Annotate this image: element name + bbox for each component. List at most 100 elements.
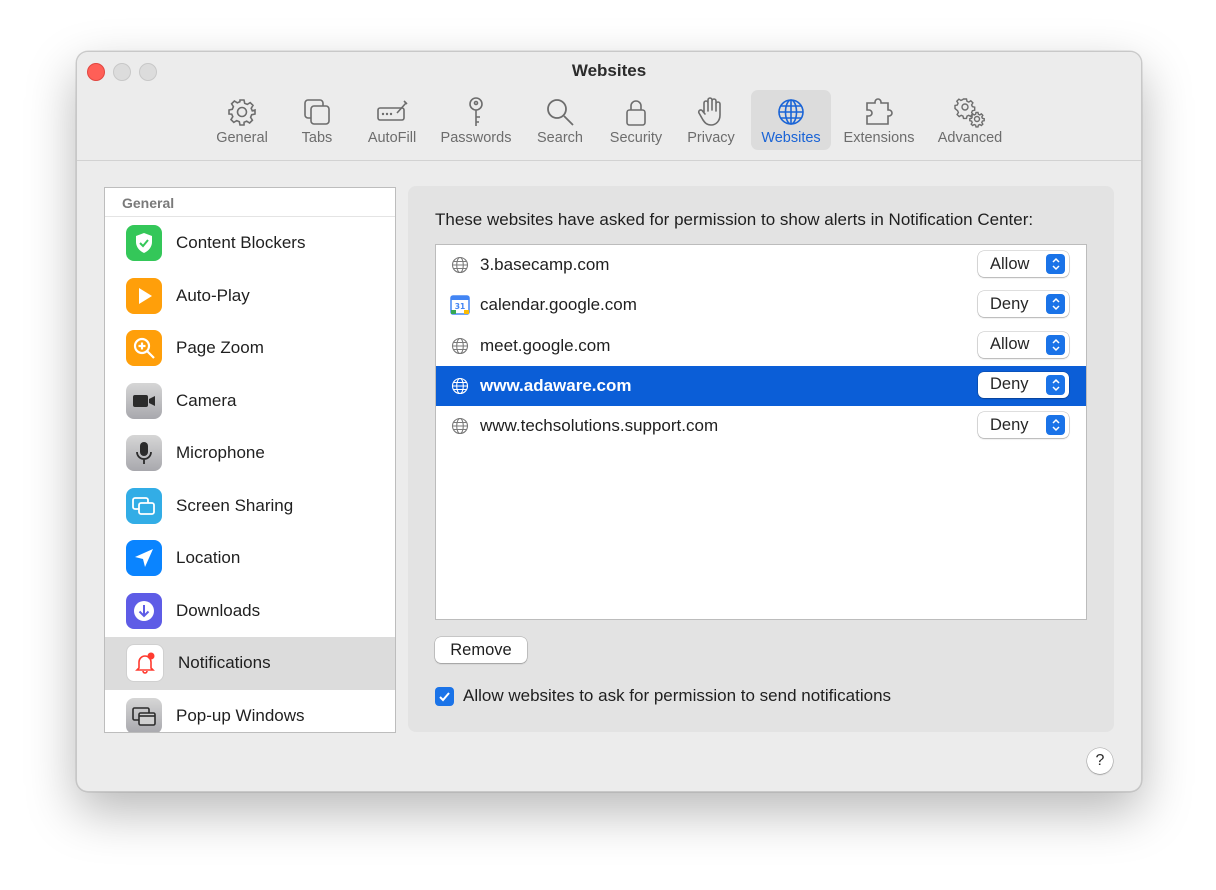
puzzle-icon [866,98,893,125]
tab-general-label: General [216,130,268,146]
toolbar: General Tabs AutoFill Passwords Search S… [77,89,1141,153]
tab-advanced[interactable]: Advanced [932,90,1008,150]
tab-passwords-label: Passwords [440,130,512,146]
tab-privacy[interactable]: Privacy [681,90,741,150]
site-domain: meet.google.com [480,335,611,355]
sidebar: General Content Blockers Auto-Play Page … [104,187,396,733]
sidebar-item-label: Auto-Play [176,285,250,305]
site-domain: www.techsolutions.support.com [480,416,719,436]
list-item[interactable]: www.techsolutions.support.com Deny [436,406,1086,446]
site-domain: calendar.google.com [480,295,637,315]
zoom-icon [126,330,162,367]
remove-button[interactable]: Remove [435,637,527,663]
sidebar-item-label: Microphone [176,443,265,463]
permission-popup[interactable]: Allow [978,251,1069,277]
tab-extensions-label: Extensions [843,130,915,146]
location-icon [126,540,162,577]
allow-notifications-checkbox[interactable] [435,686,454,706]
calendar-icon: 31 [450,295,470,316]
tab-websites-label: Websites [761,130,821,146]
allow-notifications-label: Allow websites to ask for permission to … [463,686,892,705]
screen-sharing-icon [126,487,162,524]
gear-icon [228,99,256,126]
chevron-updown-icon [1046,415,1065,436]
sidebar-item-label: Notifications [178,653,271,673]
chevron-updown-icon [1046,374,1065,395]
preferences-window: Websites General Tabs AutoFill Passwords… [76,51,1142,792]
sidebar-item-microphone[interactable]: Microphone [105,427,395,480]
permission-popup[interactable]: Deny [978,412,1069,439]
sidebar-item-label: Content Blockers [176,233,306,253]
sidebar-item-screen-sharing[interactable]: Screen Sharing [105,480,395,533]
sidebar-item-downloads[interactable]: Downloads [105,585,395,638]
permission-popup[interactable]: Allow [978,331,1069,358]
globe-icon [450,255,470,275]
permission-popup[interactable]: Deny [978,291,1069,318]
panel-description: These websites have asked for permission… [435,210,1034,229]
sidebar-item-auto-play[interactable]: Auto-Play [105,270,395,323]
tab-tabs[interactable]: Tabs [289,90,345,150]
sidebar-item-label: Screen Sharing [176,495,294,515]
tab-autofill[interactable]: AutoFill [358,90,426,150]
sidebar-item-label: Downloads [176,600,261,620]
bell-icon [126,644,164,683]
window-title: Websites [571,61,647,80]
download-icon [126,592,162,629]
tab-privacy-label: Privacy [687,130,735,146]
shield-check-icon [126,225,162,262]
calendar-day: 31 [455,302,465,311]
globe-icon [450,416,470,436]
sidebar-header: General [105,188,395,217]
sidebar-item-camera[interactable]: Camera [105,375,395,428]
permission-value: Deny [990,415,1029,434]
tab-tabs-label: Tabs [301,130,333,146]
allow-notifications-option[interactable]: Allow websites to ask for permission to … [435,686,891,706]
help-button[interactable]: ? [1087,748,1113,774]
chevron-updown-icon [1046,254,1065,274]
sidebar-item-label: Location [176,548,241,568]
list-item[interactable]: 31 calendar.google.com Deny [436,285,1086,325]
autofill-icon [377,100,408,121]
tab-search-label: Search [537,130,583,146]
permission-popup[interactable]: Deny [978,371,1069,398]
tab-websites[interactable]: Websites [751,90,831,150]
key-icon [469,97,483,126]
sidebar-item-label: Pop-up Windows [176,705,305,725]
sidebar-item-label: Page Zoom [176,338,264,358]
list-item[interactable]: 3.basecamp.com Allow [436,245,1086,285]
tab-search[interactable]: Search [529,90,591,150]
permission-value: Allow [990,335,1030,354]
microphone-icon [126,435,162,472]
lock-icon [626,100,646,126]
tabs-icon [304,99,330,125]
camera-icon [126,382,162,419]
tab-autofill-label: AutoFill [367,130,417,146]
chevron-updown-icon [1046,334,1065,355]
search-icon [547,99,574,126]
sidebar-item-location[interactable]: Location [105,532,395,585]
site-domain: www.adaware.com [480,376,632,396]
tab-general[interactable]: General [208,90,276,150]
globe-icon [450,376,470,396]
sidebar-item-pop-up-windows[interactable]: Pop-up Windows [105,690,395,732]
globe-icon [450,336,470,356]
sidebar-item-page-zoom[interactable]: Page Zoom [105,322,395,375]
list-item-selected[interactable]: www.adaware.com Deny [436,365,1086,407]
hand-icon [697,97,721,126]
globe-icon [778,99,804,125]
sidebar-item-notifications[interactable]: Notifications [105,637,395,690]
notifications-panel: These websites have asked for permission… [408,186,1114,732]
tab-passwords[interactable]: Passwords [436,90,516,150]
websites-list[interactable]: 3.basecamp.com Allow 31 calendar.google.… [435,244,1087,620]
tab-advanced-label: Advanced [937,130,1003,146]
tab-security[interactable]: Security [603,90,669,150]
permission-value: Deny [990,375,1029,394]
site-domain: 3.basecamp.com [480,255,610,275]
gears-icon [954,98,985,128]
list-item[interactable]: meet.google.com Allow [436,326,1086,366]
tab-extensions[interactable]: Extensions [839,90,919,150]
popup-windows-icon [126,697,162,732]
permission-value: Deny [990,294,1029,313]
permission-value: Allow [990,254,1030,273]
sidebar-item-content-blockers[interactable]: Content Blockers [105,217,395,270]
